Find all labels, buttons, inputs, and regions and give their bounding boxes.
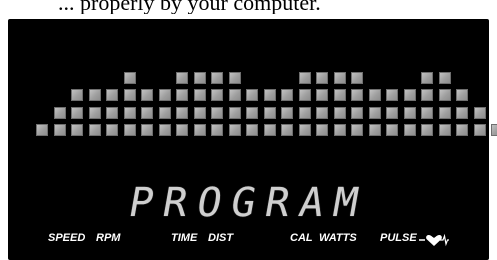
matrix-dot xyxy=(281,106,293,119)
matrix-dot xyxy=(53,106,66,119)
matrix-dot xyxy=(71,124,83,136)
speed-indicator: SPEED xyxy=(48,232,86,244)
matrix-dot xyxy=(246,124,258,136)
matrix-dot xyxy=(438,89,451,101)
matrix-dot xyxy=(438,106,451,119)
matrix-dot xyxy=(123,71,136,84)
matrix-dot xyxy=(386,89,398,101)
matrix-dot xyxy=(123,106,136,119)
matrix-dot xyxy=(211,124,223,136)
matrix-dot xyxy=(123,124,136,136)
matrix-dot xyxy=(281,89,293,101)
matrix-dot xyxy=(158,124,171,136)
matrix-dot xyxy=(456,106,468,119)
matrix-dot xyxy=(106,89,118,101)
matrix-dot xyxy=(228,124,241,136)
matrix-dot xyxy=(193,106,206,119)
matrix-dot xyxy=(176,71,188,84)
matrix-dot xyxy=(88,106,101,119)
matrix-dot xyxy=(351,124,363,136)
watts-indicator: WATTS xyxy=(319,232,357,244)
cal-indicator: CAL xyxy=(290,232,313,244)
lcd-display: PROGRAM SPEED RPM TIME DIST CAL WATTS PU… xyxy=(8,19,497,260)
matrix-dot xyxy=(333,124,346,136)
matrix-dot xyxy=(386,106,398,119)
matrix-dot xyxy=(176,124,188,136)
matrix-dot xyxy=(368,106,381,119)
matrix-dot xyxy=(36,124,48,136)
matrix-dot xyxy=(71,89,83,101)
matrix-dot xyxy=(456,124,468,136)
matrix-dot xyxy=(386,124,398,136)
matrix-dot xyxy=(228,106,241,119)
profile-dot-matrix xyxy=(8,19,497,179)
matrix-dot xyxy=(316,89,328,101)
matrix-dot xyxy=(88,89,101,101)
matrix-dot xyxy=(71,106,83,119)
matrix-dot xyxy=(298,89,311,101)
matrix-dot xyxy=(211,106,223,119)
matrix-dot xyxy=(88,124,101,136)
matrix-dot xyxy=(421,124,433,136)
indicator-row: SPEED RPM TIME DIST CAL WATTS PULSE xyxy=(8,232,489,252)
matrix-dot xyxy=(298,124,311,136)
matrix-dot xyxy=(438,124,451,136)
matrix-dot xyxy=(263,89,276,101)
matrix-dot xyxy=(228,71,241,84)
matrix-dot xyxy=(333,71,346,84)
matrix-dot xyxy=(438,71,451,84)
matrix-dot xyxy=(298,106,311,119)
matrix-dot xyxy=(176,106,188,119)
matrix-dot xyxy=(351,71,363,84)
matrix-dot xyxy=(246,106,258,119)
matrix-dot xyxy=(403,89,416,101)
rpm-indicator: RPM xyxy=(96,232,121,244)
matrix-dot xyxy=(106,106,118,119)
top-caption: ... properly by your computer. xyxy=(0,0,497,14)
matrix-dot xyxy=(316,124,328,136)
program-text: PROGRAM xyxy=(125,180,372,226)
matrix-dot xyxy=(193,124,206,136)
matrix-dot xyxy=(193,71,206,84)
matrix-dot xyxy=(491,124,497,136)
heart-pulse-icon xyxy=(419,233,449,247)
matrix-dot xyxy=(421,89,433,101)
matrix-dot xyxy=(351,106,363,119)
matrix-dot xyxy=(176,89,188,101)
matrix-dot xyxy=(263,124,276,136)
matrix-dot xyxy=(473,106,486,119)
matrix-dot xyxy=(158,106,171,119)
matrix-dot xyxy=(473,124,486,136)
matrix-dot xyxy=(333,106,346,119)
matrix-dot xyxy=(368,124,381,136)
matrix-dot xyxy=(211,71,223,84)
matrix-dot xyxy=(403,124,416,136)
matrix-dot xyxy=(368,89,381,101)
matrix-dot xyxy=(158,89,171,101)
matrix-dot xyxy=(193,89,206,101)
matrix-dot xyxy=(403,106,416,119)
matrix-dot xyxy=(316,71,328,84)
dist-indicator: DIST xyxy=(208,232,234,244)
matrix-dot xyxy=(333,89,346,101)
matrix-dot xyxy=(141,124,153,136)
matrix-dot xyxy=(421,71,433,84)
matrix-dot xyxy=(246,89,258,101)
matrix-dot xyxy=(141,106,153,119)
matrix-dot xyxy=(263,106,276,119)
matrix-dot xyxy=(351,89,363,101)
matrix-dot xyxy=(228,89,241,101)
matrix-dot xyxy=(456,89,468,101)
matrix-dot xyxy=(53,124,66,136)
matrix-dot xyxy=(298,71,311,84)
matrix-dot xyxy=(106,124,118,136)
matrix-dot xyxy=(281,124,293,136)
matrix-dot xyxy=(211,89,223,101)
time-indicator: TIME xyxy=(171,232,198,244)
matrix-dot xyxy=(421,106,433,119)
pulse-indicator: PULSE xyxy=(380,232,417,244)
matrix-dot xyxy=(141,89,153,101)
matrix-dot xyxy=(123,89,136,101)
matrix-dot xyxy=(316,106,328,119)
